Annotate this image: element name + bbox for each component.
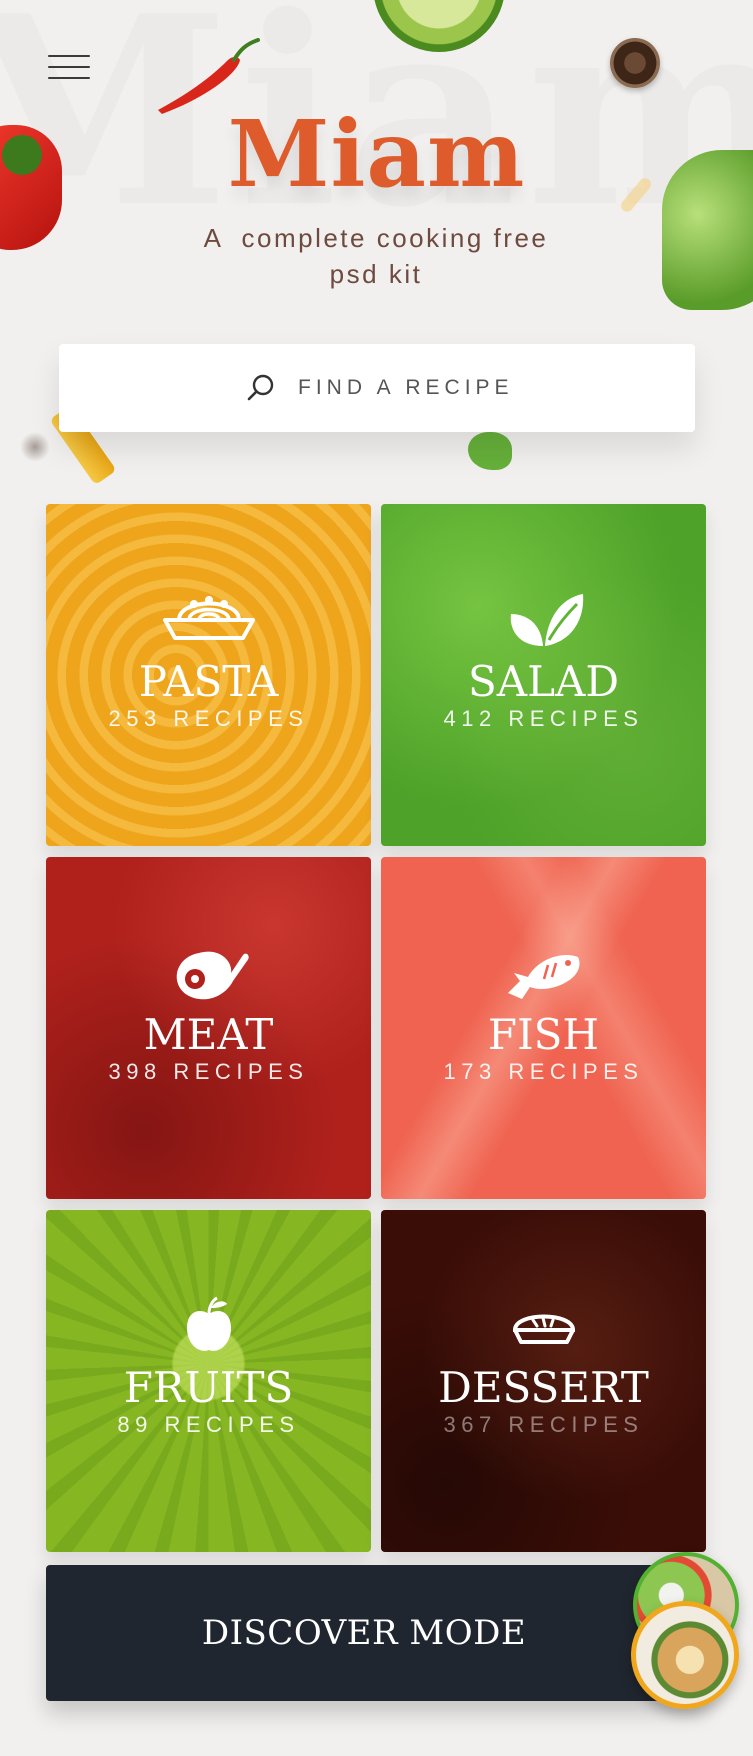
category-title: SALAD <box>468 657 619 706</box>
ham-icon <box>176 951 249 1000</box>
category-count: 398 RECIPES <box>108 1059 309 1085</box>
category-tile-meat[interactable]: MEAT 398 RECIPES <box>46 857 371 1199</box>
category-title: DESSERT <box>438 1363 649 1412</box>
pie-icon <box>512 1314 575 1344</box>
category-tile-dessert[interactable]: DESSERT 367 RECIPES <box>381 1210 706 1552</box>
pasta-dish-thumbnail[interactable] <box>631 1601 739 1709</box>
search-input[interactable] <box>298 376 508 400</box>
menu-line <box>48 77 90 79</box>
category-count: 173 RECIPES <box>443 1059 644 1085</box>
fish-icon <box>507 955 580 999</box>
category-grid: PASTA 253 RECIPES SALAD 412 RECIPES MEAT… <box>46 504 706 1552</box>
category-tile-fish[interactable]: FISH 173 RECIPES <box>381 857 706 1199</box>
category-count: 367 RECIPES <box>443 1412 644 1438</box>
category-title: MEAT <box>143 1010 274 1059</box>
tagline: A complete cooking free psd kit <box>203 223 549 289</box>
search-icon <box>247 374 274 401</box>
mushroom-image <box>610 38 660 88</box>
menu-line <box>48 66 90 68</box>
leaf-image <box>468 432 512 470</box>
app-logo: Miam <box>227 100 526 208</box>
search-bar[interactable] <box>59 344 695 432</box>
discover-mode-button[interactable]: DISCOVER MODE <box>46 1565 706 1701</box>
category-title: PASTA <box>138 657 279 706</box>
category-title: FISH <box>487 1010 600 1059</box>
crumb-image <box>20 432 50 462</box>
leaves-icon <box>510 594 583 646</box>
category-tile-fruits[interactable]: FRUITS 89 RECIPES <box>46 1210 371 1552</box>
category-title: FRUITS <box>123 1363 294 1412</box>
menu-button[interactable] <box>48 55 90 79</box>
pasta-bowl-icon <box>162 596 255 640</box>
category-count: 253 RECIPES <box>108 706 309 732</box>
category-tile-pasta[interactable]: PASTA 253 RECIPES <box>46 504 371 846</box>
category-tile-salad[interactable]: SALAD 412 RECIPES <box>381 504 706 846</box>
category-count: 89 RECIPES <box>117 1412 300 1438</box>
apple-icon <box>186 1296 231 1351</box>
hamburger-menu-icon <box>48 55 90 57</box>
category-count: 412 RECIPES <box>443 706 644 732</box>
discover-mode-label: DISCOVER MODE <box>201 1613 527 1653</box>
